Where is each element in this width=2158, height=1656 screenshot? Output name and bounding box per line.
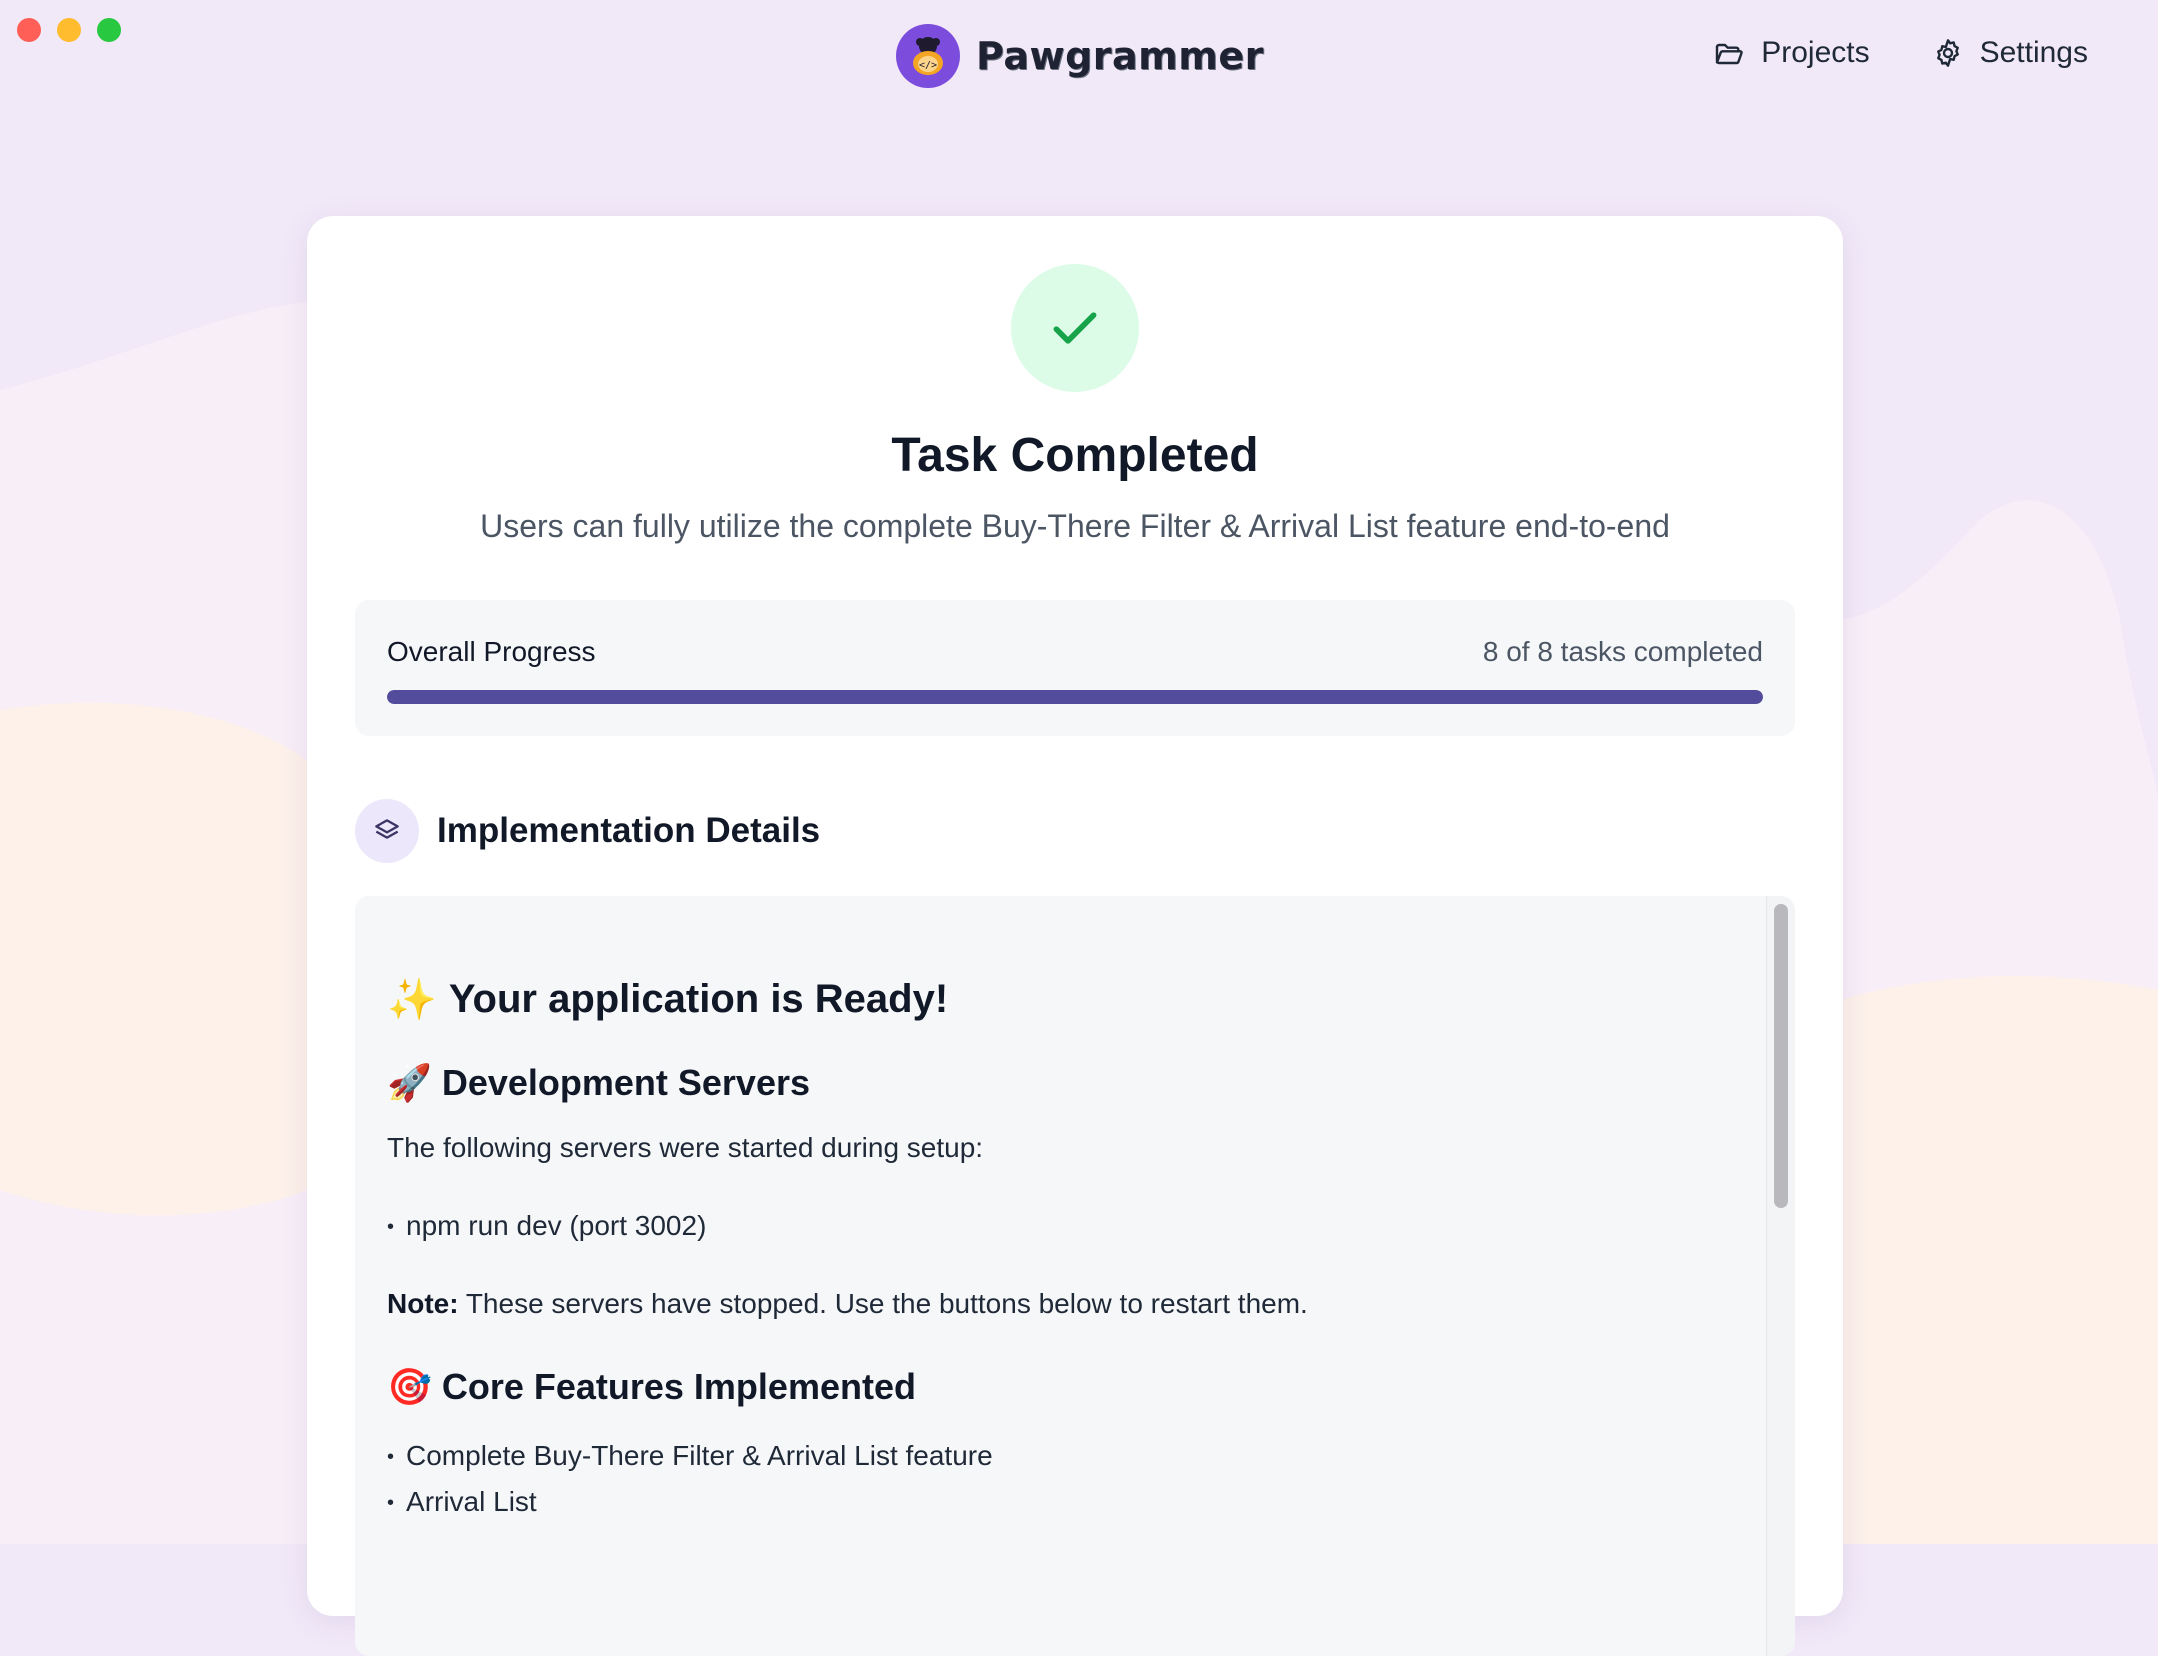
list-item: • Arrival List [387,1486,537,1517]
nav-settings-label: Settings [1979,36,2088,69]
note-text: These servers have stopped. Use the butt… [465,1288,1308,1319]
note-label: Note: [387,1288,459,1319]
progress-label: Overall Progress [387,636,596,667]
progress-bar-fill [387,690,1763,704]
nav-projects[interactable]: Projects [1713,36,1870,70]
nav-settings[interactable]: Settings [1932,36,2088,70]
feature-item: Complete Buy-There Filter & Arrival List… [406,1440,993,1471]
folder-icon [1716,43,1743,65]
dev-servers-note: Note: These servers have stopped. Use th… [387,1288,1308,1320]
section-title: Implementation Details [437,811,821,850]
close-window-button[interactable] [17,18,41,42]
section-badge [355,799,419,863]
server-item: npm run dev (port 3002) [406,1210,707,1241]
scrollbar-thumb[interactable] [1774,904,1788,1208]
minimize-window-button[interactable] [57,18,81,42]
checkmark-icon [1053,312,1097,344]
window-controls [17,18,121,42]
list-item: • Complete Buy-There Filter & Arrival Lis… [387,1440,993,1471]
details-scrollbar[interactable] [1766,896,1795,1656]
brand[interactable]: </> Pawgrammer [896,24,1264,88]
nav-projects-label: Projects [1761,36,1870,69]
maximize-window-button[interactable] [97,18,121,42]
page-title: Task Completed [891,429,1259,482]
feature-item: Arrival List [406,1486,537,1517]
brand-name: Pawgrammer [976,34,1264,78]
overall-progress: Overall Progress 8 of 8 tasks completed [355,600,1795,736]
sparkles-icon: ✨ [387,978,437,1022]
implementation-details-panel[interactable]: ✨ Your application is Ready! 🚀 Developme… [355,896,1795,1656]
top-nav: Projects Settings [1713,36,2088,70]
progress-bar [387,690,1763,704]
success-badge [1011,264,1139,392]
core-features-title: Core Features Implemented [441,1366,916,1407]
dev-servers-intro: The following servers were started durin… [387,1132,984,1163]
ready-heading-text: Your application is Ready! [448,977,949,1021]
dev-servers-heading: 🚀 Development Servers [387,1062,810,1104]
svg-text:</>: </> [919,60,937,71]
core-features-heading: 🎯 Core Features Implemented [387,1366,916,1408]
task-completed-card: Task Completed Users can fully utilize t… [307,216,1843,1656]
progress-count: 8 of 8 tasks completed [1482,636,1763,667]
dev-servers-title: Development Servers [441,1062,811,1103]
rocket-icon: 🚀 [387,1062,432,1103]
ready-heading: ✨ Your application is Ready! [387,976,948,1023]
layers-icon [375,819,399,839]
list-item: • npm run dev (port 3002) [387,1210,707,1241]
gear-icon [1936,39,1959,67]
implementation-details-header: Implementation Details [355,799,820,863]
target-icon: 🎯 [387,1366,432,1407]
task-description: Users can fully utilize the complete Buy… [480,508,1670,544]
pawgrammer-logo-icon: </> [896,24,960,88]
